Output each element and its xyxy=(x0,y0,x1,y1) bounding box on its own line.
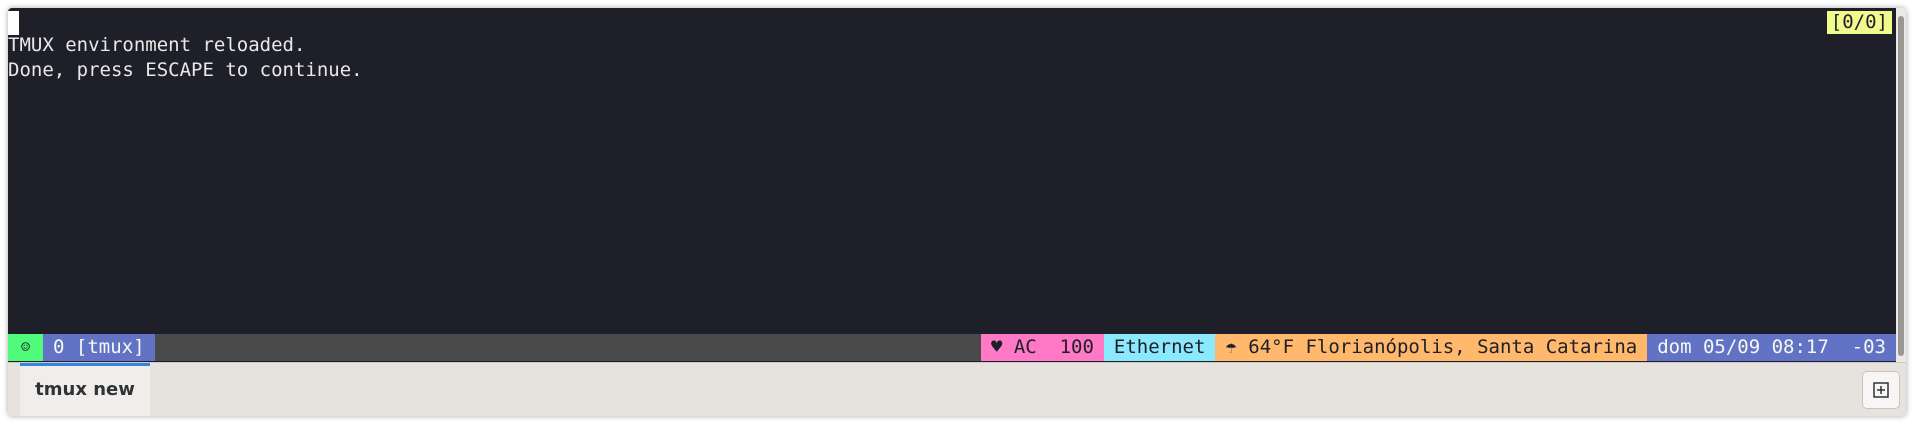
power-status: ♥ AC 100 xyxy=(980,334,1104,361)
output-line: TMUX environment reloaded. xyxy=(8,34,306,56)
new-tab-button[interactable] xyxy=(1862,371,1900,409)
tmux-status-bar: ☺ 0 [tmux] ♥ AC 100 Ethernet ☂ 64°F Flor… xyxy=(8,334,1896,361)
network-status: Ethernet xyxy=(1103,334,1216,361)
output-line: Done, press ESCAPE to continue. xyxy=(8,59,363,81)
text-cursor xyxy=(8,11,19,35)
weather-status: ☂ 64°F Florianópolis, Santa Catarina xyxy=(1215,334,1648,361)
datetime-status: dom 05/09 08:17 -03 xyxy=(1647,334,1896,361)
add-tab-icon xyxy=(1873,382,1889,398)
session-icon: ☺ xyxy=(8,334,43,361)
tab-bar: tmux new xyxy=(8,362,1906,416)
scrollbar-thumb[interactable] xyxy=(1898,16,1904,356)
pane-position-indicator: [0/0] xyxy=(1826,11,1892,34)
tab-tmux-new[interactable]: tmux new xyxy=(20,363,150,416)
vertical-scrollbar[interactable] xyxy=(1896,8,1906,362)
terminal-output[interactable]: TMUX environment reloaded. Done, press E… xyxy=(8,8,1896,362)
window-indicator[interactable]: 0 [tmux] xyxy=(43,334,155,361)
terminal-window: TMUX environment reloaded. Done, press E… xyxy=(8,8,1906,416)
status-spacer xyxy=(154,334,981,361)
